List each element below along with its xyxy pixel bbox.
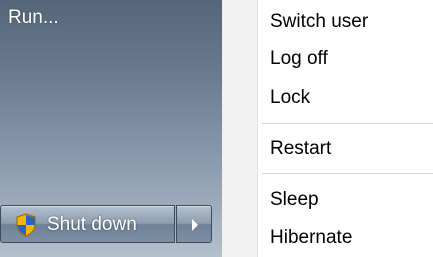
- chevron-right-icon: [192, 219, 198, 231]
- menu-item-hibernate[interactable]: Hibernate: [270, 220, 352, 256]
- shield-icon: [16, 213, 36, 237]
- power-options-menu: Switch user Log off Lock Restart Sleep H…: [222, 0, 433, 257]
- menu-item-lock[interactable]: Lock: [270, 80, 310, 116]
- menu-item-log-off[interactable]: Log off: [270, 41, 328, 77]
- shutdown-menu-screen: Run... Shut down Switch user Log off Loc…: [0, 0, 433, 257]
- menu-item-restart[interactable]: Restart: [270, 131, 331, 167]
- menu-separator: [262, 173, 433, 175]
- shutdown-button-group: Shut down: [0, 205, 222, 243]
- shutdown-label: Shut down: [47, 214, 137, 235]
- run-item[interactable]: Run...: [0, 0, 222, 36]
- shutdown-options-arrow-button[interactable]: [176, 205, 212, 243]
- start-menu-right-pane: Run... Shut down: [0, 0, 222, 257]
- menu-separator: [262, 123, 433, 125]
- menu-icon-gutter: [222, 0, 258, 257]
- shutdown-button[interactable]: Shut down: [0, 205, 175, 243]
- menu-item-switch-user[interactable]: Switch user: [270, 4, 368, 40]
- menu-item-sleep[interactable]: Sleep: [270, 182, 319, 218]
